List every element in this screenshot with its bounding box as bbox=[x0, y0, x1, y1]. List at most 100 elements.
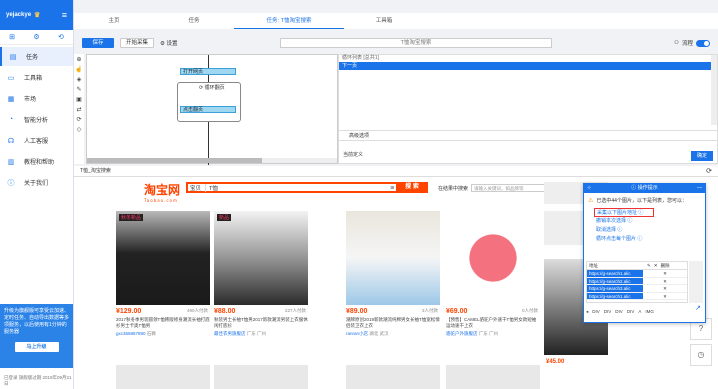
loop-list-row[interactable]: 下一页 bbox=[339, 62, 717, 70]
path-prev-icon[interactable]: ◂ bbox=[586, 309, 588, 315]
shop-name[interactable]: 最佳衣男旗舰店 bbox=[214, 331, 246, 336]
market-icon: ▦ bbox=[7, 95, 15, 103]
collect-image-urls-option[interactable]: 采集以下图片地址 ⓘ bbox=[594, 208, 654, 217]
table-row[interactable]: https://g-search1.alic ✕ bbox=[587, 270, 687, 278]
sidebar-item-toolbox[interactable]: ▭ 工具箱 bbox=[0, 68, 73, 87]
flow-diagram-icon: ⚇ bbox=[674, 40, 679, 46]
sidebar-item-help[interactable]: ▥ 教程和帮助 bbox=[0, 152, 73, 171]
open-page-tool-icon[interactable]: ⊕ bbox=[76, 56, 81, 63]
confirm-button[interactable]: 确定 bbox=[691, 151, 713, 161]
close-icon[interactable]: ✕ bbox=[654, 262, 658, 269]
table-scrollbar[interactable] bbox=[689, 261, 703, 303]
product-title[interactable]: 2017秋冬季男装圆领T恤韩版修身潮流长袖打底衫男士卡奥T恤男 bbox=[116, 317, 210, 329]
switch-tool-icon[interactable]: ⇄ bbox=[76, 106, 81, 113]
product-title[interactable]: 【预售】CAMEL骆驼户外速干T恤男女款短袖运动速干上衣 bbox=[446, 317, 540, 329]
product-title[interactable]: 秋装男士长袖T恤男2017新款潮流男装上衣服休闲打底衫 bbox=[214, 317, 308, 329]
search-button[interactable]: 搜 索 bbox=[396, 182, 428, 193]
shop-name[interactable]: ranran小店 bbox=[346, 331, 368, 336]
product-image[interactable] bbox=[346, 365, 440, 389]
product-image[interactable] bbox=[214, 365, 308, 389]
sidebar-quick-icons: ⊞ ⚙ ⟲ bbox=[0, 30, 73, 45]
path-item[interactable]: DIV bbox=[604, 309, 612, 315]
sidebar-item-analysis[interactable]: ◔ 智能分析 bbox=[0, 110, 73, 129]
flow-node-click-next[interactable]: 点击翻页 bbox=[180, 106, 236, 113]
flow-toggle[interactable] bbox=[696, 39, 710, 47]
sidebar-item-task[interactable]: ▤ 任务 bbox=[0, 47, 73, 66]
delete-icon[interactable]: ✕ bbox=[643, 278, 687, 285]
search-input[interactable]: T恤 bbox=[206, 184, 391, 192]
condition-tool-icon[interactable]: ◇ bbox=[77, 126, 82, 133]
captcha-tool-icon[interactable]: ▣ bbox=[76, 96, 82, 103]
input-tool-icon[interactable]: ✎ bbox=[76, 86, 81, 93]
new-task-icon[interactable]: ⊞ bbox=[9, 33, 15, 41]
tab-tasks[interactable]: 任务 bbox=[154, 13, 234, 29]
table-row[interactable]: https://g-search3.alic ✕ bbox=[587, 285, 687, 293]
taobao-logo[interactable]: 淘宝网 Taobao.com bbox=[144, 181, 180, 203]
settings-button[interactable]: ⚙ 设置 bbox=[160, 39, 177, 47]
flow-node-open-page[interactable]: 打开网页 bbox=[180, 68, 236, 75]
shop-name[interactable]: gxc366887890 bbox=[116, 331, 146, 336]
delete-icon[interactable]: ✕ bbox=[643, 293, 687, 300]
product-image[interactable] bbox=[346, 211, 440, 305]
table-row[interactable]: https://g-search1.alic ✕ bbox=[587, 292, 687, 300]
tab-home[interactable]: 主页 bbox=[74, 13, 154, 29]
sidebar-item-about[interactable]: ⓘ 关于我们 bbox=[0, 173, 73, 192]
delete-icon[interactable]: ✕ bbox=[643, 285, 687, 292]
path-item[interactable]: A bbox=[638, 309, 641, 315]
undo-selection-option[interactable]: 撤销本次选择 ⓘ bbox=[584, 217, 705, 226]
table-row[interactable]: https://g-search2.alic ✕ bbox=[587, 277, 687, 285]
flow-canvas[interactable]: 打开网页 ⟳ 循环翻页 点击翻页 bbox=[86, 54, 338, 165]
refresh-icon[interactable]: ⟲ bbox=[58, 33, 64, 41]
hamburger-menu-icon[interactable]: ≡ bbox=[62, 10, 67, 20]
start-collect-button[interactable]: 开始采集 bbox=[120, 38, 155, 48]
tab-bar: 主页 任务 任务: T恤淘宝搜索 工具箱 bbox=[74, 13, 718, 29]
tab-current-task[interactable]: 任务: T恤淘宝搜索 bbox=[234, 13, 344, 29]
path-item[interactable]: DIV bbox=[592, 309, 600, 315]
product-title[interactable]: 潮牌原创2019新款潮流纯棉男女长袖T恤宽松情侣装卫衣上衣 bbox=[346, 317, 440, 329]
product-card[interactable]: 秋冬新品 ¥129.00 490人付款 2017秋冬季男装圆领T恤韩版修身潮流长… bbox=[116, 211, 210, 355]
product-image[interactable] bbox=[446, 211, 540, 305]
delete-icon[interactable]: ✕ bbox=[643, 270, 687, 277]
shop-name[interactable]: 骆驼户外旗舰店 bbox=[446, 331, 478, 336]
element-path: ◂ DIV DIV DIV DIV A IMG bbox=[586, 309, 654, 315]
side-product-price: ¥45.00 bbox=[546, 359, 565, 365]
path-item[interactable]: IMG bbox=[645, 309, 654, 315]
history-icon[interactable]: ◷ bbox=[690, 344, 712, 366]
save-button[interactable]: 保存 bbox=[82, 38, 114, 48]
click-tool-icon[interactable]: ☝ bbox=[75, 66, 82, 73]
tab-toolbox[interactable]: 工具箱 bbox=[344, 13, 424, 29]
cancel-selection-option[interactable]: 取消选择 ⓘ bbox=[584, 226, 705, 235]
upgrade-promo: 升级为旗舰版可享受云加速、定时任务、自动导出数据等多项服务，以后使用有1分钟的服… bbox=[0, 304, 73, 368]
path-item[interactable]: DIV bbox=[615, 309, 623, 315]
sidebar-item-market[interactable]: ▦ 市场 bbox=[0, 89, 73, 108]
close-icon[interactable]: — bbox=[697, 184, 702, 193]
search-category-select[interactable]: 宝贝 bbox=[188, 183, 206, 192]
account-status: 已登录 旗舰版过期 2019年09月21日 bbox=[4, 375, 72, 386]
upgrade-button[interactable]: 马上升级 bbox=[14, 342, 59, 352]
product-card[interactable]: 新品 ¥88.00 227人付款 秋装男士长袖T恤男2017新款潮流男装上衣服休… bbox=[214, 211, 308, 355]
refresh-icon[interactable]: ⟳ bbox=[706, 166, 712, 177]
drag-handle-icon[interactable]: ⊹ bbox=[587, 184, 591, 193]
external-link-icon[interactable]: ↗ bbox=[695, 304, 701, 312]
product-badge: 新品 bbox=[217, 214, 232, 221]
search-within-input[interactable]: 请输入关键词，如品牌等 bbox=[471, 184, 552, 192]
extract-tool-icon[interactable]: ◈ bbox=[77, 76, 82, 83]
product-image[interactable] bbox=[446, 365, 540, 389]
username[interactable]: yejackye bbox=[6, 12, 31, 18]
gear-icon: ⚙ bbox=[160, 41, 165, 47]
sidebar-item-support[interactable]: ☊ 人工客服 bbox=[0, 131, 73, 150]
canvas-horizontal-scrollbar[interactable] bbox=[87, 158, 337, 163]
product-card[interactable]: ¥89.00 3人付款 潮牌原创2019新款潮流纯棉男女长袖T恤宽松情侣装卫衣上… bbox=[346, 211, 440, 355]
path-item[interactable]: DIV bbox=[627, 309, 635, 315]
gear-icon[interactable]: ⚙ bbox=[33, 33, 39, 41]
product-image[interactable]: 新品 bbox=[214, 211, 308, 305]
advanced-options-toggle[interactable]: 高级选项 bbox=[339, 130, 717, 141]
product-card[interactable]: ¥69.00 0人付款 【预售】CAMEL骆驼户外速干T恤男女款短袖运动速干上衣… bbox=[446, 211, 540, 355]
task-name-input[interactable]: T恤淘宝搜索 bbox=[280, 38, 552, 48]
edit-icon[interactable]: ✎ bbox=[647, 262, 651, 269]
panel-scrollbar[interactable] bbox=[711, 55, 717, 125]
loop-tool-icon[interactable]: ⟳ bbox=[76, 116, 81, 123]
product-image[interactable] bbox=[116, 365, 210, 389]
loop-click-images-option[interactable]: 循环点击每个图片 ⓘ bbox=[584, 235, 705, 244]
product-image[interactable]: 秋冬新品 bbox=[116, 211, 210, 305]
